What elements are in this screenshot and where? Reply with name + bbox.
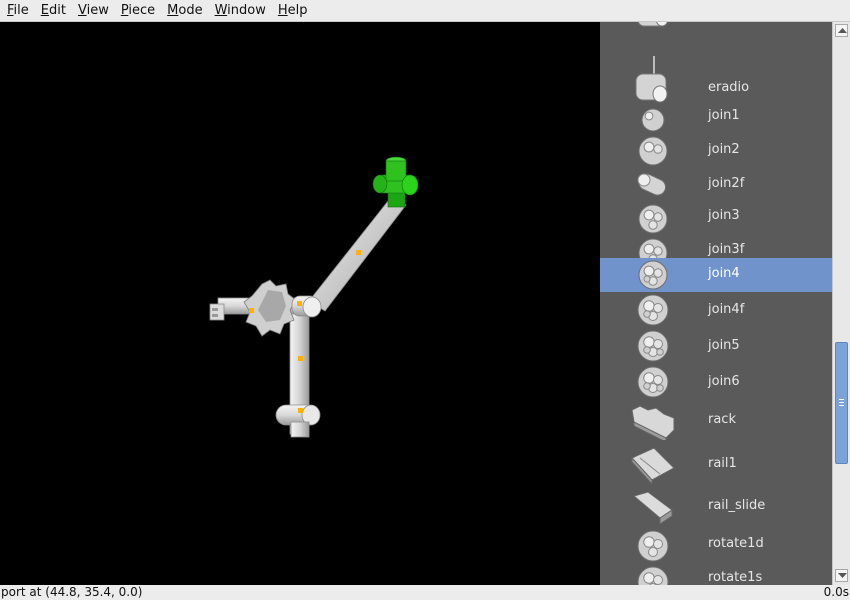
scroll-up-arrow[interactable] (835, 24, 848, 37)
palette-thumb (630, 402, 676, 444)
menu-window[interactable]: Window (210, 0, 271, 22)
chevron-down-icon (838, 573, 847, 578)
gear-arm-piece[interactable] (209, 279, 303, 337)
chevron-up-icon (838, 28, 847, 33)
palette-item-join4f[interactable]: join4f (600, 292, 832, 328)
scrollbar-thumb[interactable] (835, 342, 848, 464)
bottom-joint-piece[interactable] (275, 404, 321, 438)
3d-viewport[interactable] (0, 22, 600, 585)
palette-item-label: rotate1s (708, 570, 763, 585)
piece-palette[interactable]: eradio join1 join2 join2f join3 join3f join4 jo… (600, 22, 832, 585)
palette-item-label: join2 (708, 142, 740, 157)
palette-thumb (630, 260, 676, 294)
palette-item-join5[interactable]: join5 (600, 328, 832, 364)
palette-thumb (630, 204, 676, 238)
menu-piece[interactable]: Piece (116, 0, 160, 22)
palette-item-label: join2f (708, 176, 745, 191)
rotate1d-icon (637, 530, 669, 562)
palette-thumb (630, 136, 676, 170)
selected-green-join-piece[interactable] (372, 156, 419, 208)
palette-thumb (630, 444, 676, 488)
palette-item-label: eradio (708, 80, 750, 95)
diagonal-tube-piece[interactable] (308, 195, 407, 312)
rail1-icon (631, 447, 675, 486)
eradio-icon (635, 56, 668, 103)
palette-item-join2[interactable]: join2 (600, 134, 832, 168)
scroll-down-arrow[interactable] (835, 569, 848, 582)
join1-icon (641, 108, 665, 132)
join3-icon (638, 204, 668, 234)
port-marker (249, 308, 254, 313)
menu-help[interactable]: Help (273, 0, 313, 22)
status-bar: port at (44.8, 35.4, 0.0) 0.0s (0, 585, 850, 600)
palette-scrollbar[interactable] (832, 22, 850, 585)
menu-mode[interactable]: Mode (162, 0, 207, 22)
menu-file[interactable]: File (2, 0, 34, 22)
palette-item-join4[interactable]: join4 (600, 258, 832, 292)
status-port-readout: port at (44.8, 35.4, 0.0) (1, 585, 143, 599)
palette-item-label: rail1 (708, 456, 737, 471)
menu-view[interactable]: View (73, 0, 114, 22)
port-marker (298, 408, 303, 413)
palette-item-rack[interactable]: rack (600, 400, 832, 444)
palette-item-join1[interactable]: join1 (600, 102, 832, 134)
palette-item-label: join3 (708, 208, 740, 223)
palette-thumb (630, 366, 676, 402)
rotate1s-icon (637, 566, 669, 585)
palette-item-label: join6 (708, 374, 740, 389)
status-timer: 0.0s (823, 585, 849, 599)
join5-icon (637, 330, 669, 362)
join2f-icon (637, 173, 667, 196)
palette-thumb (630, 170, 676, 204)
join2-icon (638, 136, 668, 166)
menu-edit[interactable]: Edit (36, 0, 71, 22)
port-marker (356, 250, 361, 255)
palette-thumb (630, 108, 676, 136)
palette-item-join3[interactable]: join3 (600, 202, 832, 236)
palette-thumb (630, 530, 676, 566)
rack-icon (631, 405, 675, 443)
palette-item-rotate1d[interactable]: rotate1d (600, 528, 832, 564)
palette-item-eradio[interactable]: eradio (600, 46, 832, 103)
port-marker (297, 301, 302, 306)
palette-item-rail1[interactable]: rail1 (600, 442, 832, 486)
palette-item-label: rack (708, 412, 736, 427)
rail-slide-icon (632, 491, 673, 525)
robot-model-scene[interactable] (0, 22, 600, 585)
join4-icon (638, 260, 668, 290)
palette-item-rotate1s[interactable]: rotate1s (600, 564, 832, 585)
palette-item-join6[interactable]: join6 (600, 364, 832, 400)
center-join-piece[interactable] (291, 295, 322, 318)
palette-item-label: join3f (708, 242, 745, 257)
palette-thumb (630, 330, 676, 366)
palette-item-label: rotate1d (708, 536, 764, 551)
palette-item-label: rail_slide (708, 498, 766, 513)
palette-item-label: join5 (708, 338, 740, 353)
palette-item-join2f[interactable]: join2f (600, 168, 832, 202)
palette-thumb (630, 22, 676, 34)
palette-item-label: join4f (708, 302, 745, 317)
join6-icon (637, 366, 669, 398)
palette-item-label: join1 (708, 108, 740, 123)
menu-bar: File Edit View Piece Mode Window Help (0, 0, 850, 22)
palette-item-label: join4 (708, 266, 740, 281)
palette-thumb (630, 294, 676, 330)
join4f-icon (637, 294, 669, 326)
palette-item-partial[interactable] (600, 22, 832, 46)
palette-thumb (630, 488, 676, 530)
palette-item-rail_slide[interactable]: rail_slide (600, 486, 832, 528)
port-marker (298, 356, 303, 361)
palette-thumb (630, 566, 676, 585)
partial-piece-icon (637, 22, 668, 27)
